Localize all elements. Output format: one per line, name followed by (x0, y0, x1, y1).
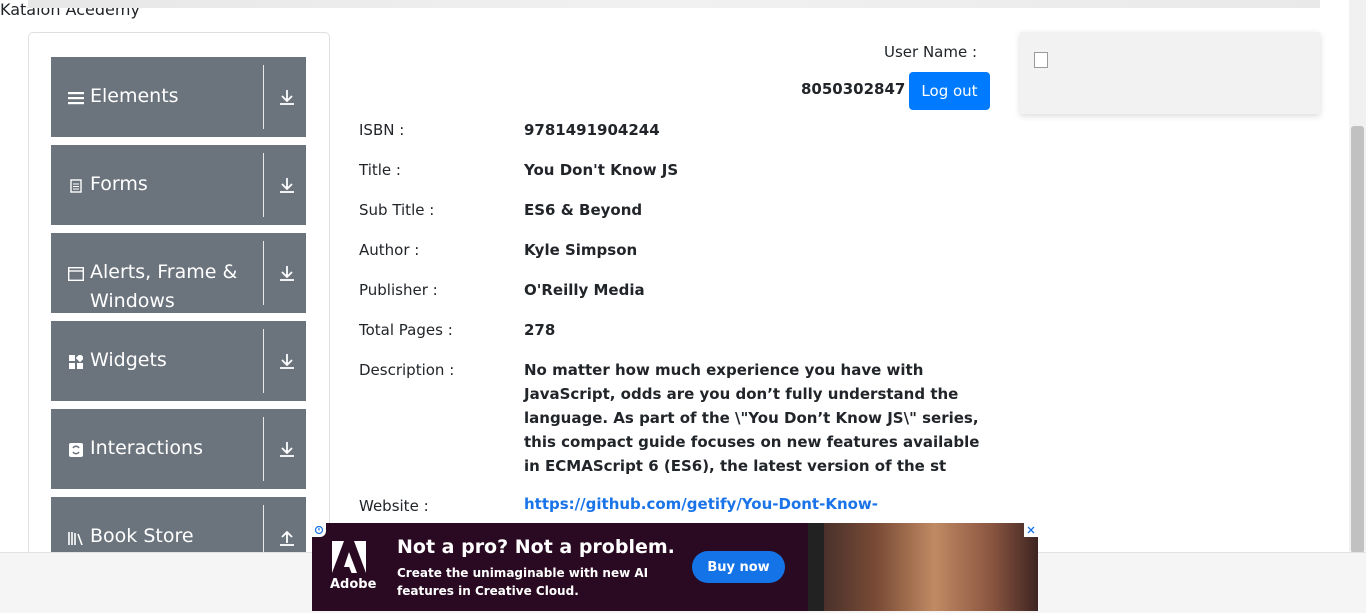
description-value: No matter how much experience you have w… (524, 361, 980, 475)
document-icon (68, 178, 84, 194)
title-value: You Don't Know JS (524, 161, 679, 179)
close-icon[interactable] (1024, 523, 1038, 537)
sidebar-group-widgets[interactable]: Widgets (51, 321, 306, 401)
subtitle-label: Sub Title : (359, 201, 435, 219)
window-icon (68, 266, 84, 282)
sidebar-group-label: Book Store (90, 525, 194, 547)
sidebar-group-label: Widgets (90, 349, 167, 371)
adobe-ad[interactable]: Adobe Not a pro? Not a problem. Create t… (312, 523, 1038, 611)
upload-arrow-icon[interactable] (277, 527, 297, 547)
sidebar-group-label: Forms (90, 173, 148, 195)
separator (263, 241, 264, 305)
sidebar-group-label-line2: Windows (90, 290, 175, 312)
ad-toolstrip (808, 523, 824, 611)
publisher-label: Publisher : (359, 281, 438, 299)
author-label: Author : (359, 241, 420, 259)
download-arrow-icon[interactable] (277, 263, 297, 283)
sidebar-group-elements[interactable]: Elements (51, 57, 306, 137)
broken-image-icon (1034, 52, 1048, 68)
isbn-label: ISBN : (359, 121, 405, 139)
download-arrow-icon[interactable] (277, 175, 297, 195)
sidebar-group-label: Alerts, Frame & (90, 261, 238, 283)
download-arrow-icon[interactable] (277, 351, 297, 371)
sidebar-group-interactions[interactable]: Interactions (51, 409, 306, 489)
download-arrow-icon[interactable] (277, 439, 297, 459)
separator (263, 65, 264, 129)
website-link[interactable]: https://github.com/getify/You-Dont-Know- (524, 495, 878, 513)
separator (263, 153, 264, 217)
website-label: Website : (359, 497, 429, 515)
scrollbar-thumb[interactable] (1351, 126, 1364, 553)
list-icon (68, 90, 84, 106)
books-icon (68, 530, 84, 546)
user-name-value: 8050302847 (801, 80, 906, 98)
separator (263, 417, 264, 481)
user-name-label: User Name : (884, 43, 978, 61)
adobe-logo-icon (332, 541, 366, 573)
top-banner-strip (28, 0, 1320, 8)
download-arrow-icon[interactable] (277, 87, 297, 107)
sidebar-group-alerts-frame-windows[interactable]: Alerts, Frame & Windows (51, 233, 306, 313)
subtitle-value: ES6 & Beyond (524, 201, 643, 219)
ad-subline: Create the unimaginable with new AI feat… (397, 566, 649, 598)
katalon-banner[interactable] (1020, 32, 1320, 114)
buy-now-button[interactable]: Buy now (692, 551, 785, 583)
logout-button[interactable]: Log out (909, 72, 990, 110)
publisher-value: O'Reilly Media (524, 281, 645, 299)
description-label: Description : (359, 361, 455, 379)
total-pages-value: 278 (524, 321, 556, 339)
adchoices-icon[interactable] (312, 523, 326, 537)
adobe-brand-text: Adobe (330, 577, 377, 592)
author-value: Kyle Simpson (524, 241, 638, 259)
isbn-value: 9781491904244 (524, 121, 660, 139)
separator (263, 329, 264, 393)
total-pages-label: Total Pages : (359, 321, 453, 339)
title-label: Title : (359, 161, 401, 179)
sidebar-group-label: Elements (90, 85, 179, 107)
sidebar-group-label: Interactions (90, 437, 203, 459)
left-sidebar: Elements Forms Alerts, Frame & Windows W… (28, 32, 330, 594)
interactions-icon (68, 442, 84, 458)
ad-portrait-image (808, 523, 1038, 611)
widgets-icon (68, 354, 84, 370)
sidebar-group-forms[interactable]: Forms (51, 145, 306, 225)
ad-headline: Not a pro? Not a problem. (397, 536, 675, 558)
